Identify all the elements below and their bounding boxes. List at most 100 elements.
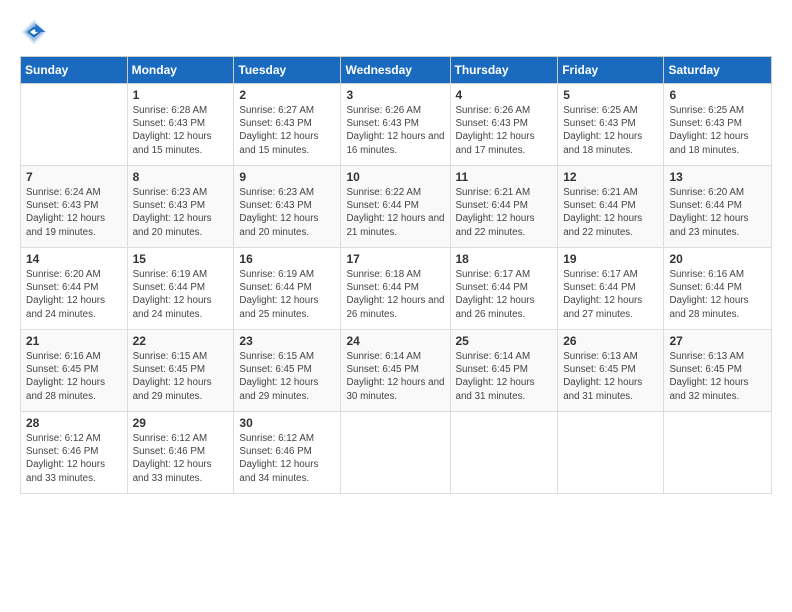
weekday-header-friday: Friday	[558, 57, 664, 84]
day-info: Sunrise: 6:12 AMSunset: 6:46 PMDaylight:…	[26, 432, 122, 485]
calendar-cell: 25 Sunrise: 6:14 AMSunset: 6:45 PMDayligh…	[450, 330, 558, 412]
logo	[20, 18, 50, 46]
day-info: Sunrise: 6:27 AMSunset: 6:43 PMDaylight:…	[239, 104, 335, 157]
day-info: Sunrise: 6:17 AMSunset: 6:44 PMDaylight:…	[456, 268, 553, 321]
calendar-cell: 22 Sunrise: 6:15 AMSunset: 6:45 PMDayligh…	[127, 330, 234, 412]
calendar-cell: 9Sunrise: 6:23 AMSunset: 6:43 PMDaylight…	[234, 166, 341, 248]
calendar-cell: 20 Sunrise: 6:16 AMSunset: 6:44 PMDayligh…	[664, 248, 772, 330]
day-number: 30	[239, 416, 335, 430]
day-info: Sunrise: 6:28 AMSunset: 6:43 PMDaylight:…	[133, 104, 229, 157]
day-info: Sunrise: 6:22 AMSunset: 6:44 PMDaylight:…	[346, 186, 444, 239]
calendar-cell: 16Sunrise: 6:19 AMSunset: 6:44 PMDayligh…	[234, 248, 341, 330]
day-number: 5	[563, 88, 658, 102]
day-info: Sunrise: 6:23 AMSunset: 6:43 PMDaylight:…	[133, 186, 229, 239]
weekday-header-saturday: Saturday	[664, 57, 772, 84]
day-info: Sunrise: 6:25 AMSunset: 6:43 PMDaylight:…	[563, 104, 658, 157]
calendar-cell: 30 Sunrise: 6:12 AMSunset: 6:46 PMDayligh…	[234, 412, 341, 494]
day-info: Sunrise: 6:26 AMSunset: 6:43 PMDaylight:…	[346, 104, 444, 157]
day-info: Sunrise: 6:16 AMSunset: 6:45 PMDaylight:…	[26, 350, 122, 403]
calendar-cell: 7 Sunrise: 6:24 AMSunset: 6:43 PMDaylight…	[21, 166, 128, 248]
calendar-cell: 17 Sunrise: 6:18 AMSunset: 6:44 PMDayligh…	[341, 248, 450, 330]
day-number: 20	[669, 252, 766, 266]
day-info: Sunrise: 6:20 AMSunset: 6:44 PMDaylight:…	[26, 268, 122, 321]
logo-icon	[20, 18, 48, 46]
day-number: 27	[669, 334, 766, 348]
day-number: 29	[133, 416, 229, 430]
day-info: Sunrise: 6:23 AMSunset: 6:43 PMDaylight:…	[239, 186, 335, 239]
day-number: 28	[26, 416, 122, 430]
day-number: 19	[563, 252, 658, 266]
calendar-cell: 3 Sunrise: 6:26 AMSunset: 6:43 PMDaylight…	[341, 84, 450, 166]
day-info: Sunrise: 6:13 AMSunset: 6:45 PMDaylight:…	[669, 350, 766, 403]
day-number: 4	[456, 88, 553, 102]
weekday-header-monday: Monday	[127, 57, 234, 84]
day-info: Sunrise: 6:15 AMSunset: 6:45 PMDaylight:…	[133, 350, 229, 403]
calendar-cell: 14Sunrise: 6:20 AMSunset: 6:44 PMDayligh…	[21, 248, 128, 330]
calendar-cell: 6 Sunrise: 6:25 AMSunset: 6:43 PMDaylight…	[664, 84, 772, 166]
calendar-cell: 5 Sunrise: 6:25 AMSunset: 6:43 PMDaylight…	[558, 84, 664, 166]
day-number: 10	[346, 170, 444, 184]
day-number: 7	[26, 170, 122, 184]
day-info: Sunrise: 6:13 AMSunset: 6:45 PMDaylight:…	[563, 350, 658, 403]
calendar-week-row: 7 Sunrise: 6:24 AMSunset: 6:43 PMDaylight…	[21, 166, 772, 248]
calendar-cell: 10 Sunrise: 6:22 AMSunset: 6:44 PMDayligh…	[341, 166, 450, 248]
day-number: 12	[563, 170, 658, 184]
day-info: Sunrise: 6:25 AMSunset: 6:43 PMDaylight:…	[669, 104, 766, 157]
calendar-cell: 21 Sunrise: 6:16 AMSunset: 6:45 PMDayligh…	[21, 330, 128, 412]
calendar-week-row: 14Sunrise: 6:20 AMSunset: 6:44 PMDayligh…	[21, 248, 772, 330]
calendar-cell: 12 Sunrise: 6:21 AMSunset: 6:44 PMDayligh…	[558, 166, 664, 248]
day-info: Sunrise: 6:24 AMSunset: 6:43 PMDaylight:…	[26, 186, 122, 239]
day-number: 26	[563, 334, 658, 348]
day-number: 6	[669, 88, 766, 102]
day-info: Sunrise: 6:26 AMSunset: 6:43 PMDaylight:…	[456, 104, 553, 157]
day-number: 17	[346, 252, 444, 266]
day-number: 2	[239, 88, 335, 102]
calendar-cell: 24 Sunrise: 6:14 AMSunset: 6:45 PMDayligh…	[341, 330, 450, 412]
day-number: 25	[456, 334, 553, 348]
calendar-cell: 29 Sunrise: 6:12 AMSunset: 6:46 PMDayligh…	[127, 412, 234, 494]
calendar-cell: 15Sunrise: 6:19 AMSunset: 6:44 PMDayligh…	[127, 248, 234, 330]
calendar-cell: 2 Sunrise: 6:27 AMSunset: 6:43 PMDaylight…	[234, 84, 341, 166]
weekday-header-wednesday: Wednesday	[341, 57, 450, 84]
weekday-header-row: SundayMondayTuesdayWednesdayThursdayFrid…	[21, 57, 772, 84]
weekday-header-sunday: Sunday	[21, 57, 128, 84]
day-number: 22	[133, 334, 229, 348]
day-info: Sunrise: 6:16 AMSunset: 6:44 PMDaylight:…	[669, 268, 766, 321]
day-number: 24	[346, 334, 444, 348]
day-number: 11	[456, 170, 553, 184]
calendar-cell: 19Sunrise: 6:17 AMSunset: 6:44 PMDayligh…	[558, 248, 664, 330]
calendar-cell: 13Sunrise: 6:20 AMSunset: 6:44 PMDayligh…	[664, 166, 772, 248]
weekday-header-thursday: Thursday	[450, 57, 558, 84]
day-number: 1	[133, 88, 229, 102]
day-number: 23	[239, 334, 335, 348]
calendar-cell: 11 Sunrise: 6:21 AMSunset: 6:44 PMDayligh…	[450, 166, 558, 248]
day-info: Sunrise: 6:21 AMSunset: 6:44 PMDaylight:…	[456, 186, 553, 239]
day-number: 8	[133, 170, 229, 184]
calendar-cell: 4 Sunrise: 6:26 AMSunset: 6:43 PMDaylight…	[450, 84, 558, 166]
weekday-header-tuesday: Tuesday	[234, 57, 341, 84]
calendar-cell	[21, 84, 128, 166]
day-info: Sunrise: 6:12 AMSunset: 6:46 PMDaylight:…	[239, 432, 335, 485]
day-info: Sunrise: 6:12 AMSunset: 6:46 PMDaylight:…	[133, 432, 229, 485]
calendar-cell	[558, 412, 664, 494]
calendar-week-row: 28 Sunrise: 6:12 AMSunset: 6:46 PMDayligh…	[21, 412, 772, 494]
day-info: Sunrise: 6:19 AMSunset: 6:44 PMDaylight:…	[133, 268, 229, 321]
calendar-cell	[664, 412, 772, 494]
day-info: Sunrise: 6:14 AMSunset: 6:45 PMDaylight:…	[456, 350, 553, 403]
day-number: 18	[456, 252, 553, 266]
day-info: Sunrise: 6:14 AMSunset: 6:45 PMDaylight:…	[346, 350, 444, 403]
day-number: 13	[669, 170, 766, 184]
calendar-week-row: 21 Sunrise: 6:16 AMSunset: 6:45 PMDayligh…	[21, 330, 772, 412]
calendar-cell: 26 Sunrise: 6:13 AMSunset: 6:45 PMDayligh…	[558, 330, 664, 412]
day-number: 3	[346, 88, 444, 102]
calendar-cell: 1 Sunrise: 6:28 AMSunset: 6:43 PMDaylight…	[127, 84, 234, 166]
day-number: 21	[26, 334, 122, 348]
calendar-cell: 27 Sunrise: 6:13 AMSunset: 6:45 PMDayligh…	[664, 330, 772, 412]
calendar-cell: 23 Sunrise: 6:15 AMSunset: 6:45 PMDayligh…	[234, 330, 341, 412]
page: SundayMondayTuesdayWednesdayThursdayFrid…	[0, 0, 792, 612]
calendar-cell: 18 Sunrise: 6:17 AMSunset: 6:44 PMDayligh…	[450, 248, 558, 330]
day-info: Sunrise: 6:21 AMSunset: 6:44 PMDaylight:…	[563, 186, 658, 239]
calendar-cell	[450, 412, 558, 494]
day-info: Sunrise: 6:18 AMSunset: 6:44 PMDaylight:…	[346, 268, 444, 321]
day-info: Sunrise: 6:15 AMSunset: 6:45 PMDaylight:…	[239, 350, 335, 403]
